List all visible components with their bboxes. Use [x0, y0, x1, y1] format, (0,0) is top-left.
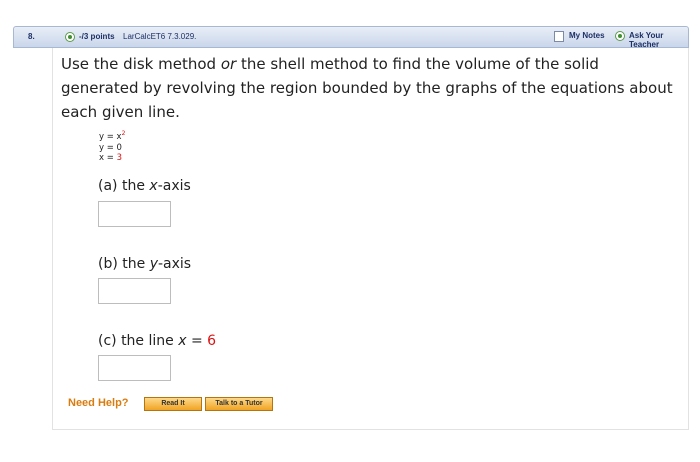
- equation-1: y = x2: [99, 130, 126, 142]
- equation-2: y = 0: [99, 142, 122, 153]
- my-notes-checkbox[interactable]: [554, 31, 564, 42]
- question-source: LarCalcET6 7.3.029.: [123, 32, 197, 41]
- question-header: 8. -/3 points LarCalcET6 7.3.029. My Not…: [13, 26, 689, 49]
- points-indicator-icon[interactable]: [65, 32, 75, 42]
- ask-teacher-link[interactable]: Ask Your Teacher: [629, 31, 688, 49]
- part-c-label: (c) the line x = 6: [98, 333, 217, 349]
- part-c-answer-input[interactable]: [98, 355, 171, 381]
- equations-block: y = x2 y = 0 x = 3: [99, 130, 126, 164]
- part-a-label: (a) the x-axis: [98, 178, 191, 194]
- question-page: 8. -/3 points LarCalcET6 7.3.029. My Not…: [0, 0, 700, 462]
- points-label: -/3 points: [79, 32, 115, 41]
- part-a-answer-input[interactable]: [98, 201, 171, 227]
- read-it-button[interactable]: Read It: [144, 397, 202, 411]
- talk-to-tutor-button[interactable]: Talk to a Tutor: [205, 397, 273, 411]
- question-prompt: Use the disk method or the shell method …: [61, 55, 673, 121]
- part-b-answer-input[interactable]: [98, 278, 171, 304]
- need-help-label: Need Help?: [68, 397, 129, 409]
- part-b-label: (b) the y-axis: [98, 256, 192, 272]
- question-number: 8.: [28, 32, 35, 41]
- ask-teacher-icon[interactable]: [615, 31, 625, 41]
- equation-3: x = 3: [99, 153, 122, 163]
- my-notes-link[interactable]: My Notes: [569, 31, 605, 40]
